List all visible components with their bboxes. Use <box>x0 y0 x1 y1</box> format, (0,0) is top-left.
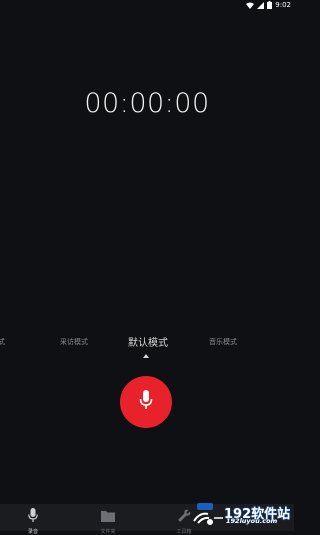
mode-option-partial[interactable]: 式 <box>0 337 5 347</box>
wifi-icon <box>246 2 255 9</box>
signal-icon <box>257 1 265 9</box>
mode-option-default[interactable]: 默认模式 <box>128 334 168 349</box>
watermark-url: 192luyou.com <box>226 517 278 525</box>
microphone-icon <box>139 390 153 414</box>
nav-label-record: 录音 <box>27 529 38 535</box>
site-watermark: 192软件站 192luyou.com <box>190 498 294 531</box>
record-button[interactable] <box>120 376 172 428</box>
mode-option-interview[interactable]: 采访模式 <box>60 337 88 347</box>
mode-option-music[interactable]: 音乐模式 <box>209 337 237 347</box>
battery-icon <box>267 1 273 9</box>
microphone-icon <box>28 507 38 526</box>
router-logo-icon <box>190 501 224 531</box>
recording-timer: 00:00:00 <box>84 88 210 119</box>
nav-label-folder: 文件夹 <box>100 529 116 535</box>
mode-indicator-triangle <box>143 354 149 358</box>
wrench-icon <box>177 507 191 526</box>
folder-icon <box>101 507 115 526</box>
status-bar: 9:02 <box>0 0 294 10</box>
mode-selector[interactable]: 式 采访模式 默认模式 音乐模式 <box>0 334 294 352</box>
status-time: 9:02 <box>275 1 291 9</box>
